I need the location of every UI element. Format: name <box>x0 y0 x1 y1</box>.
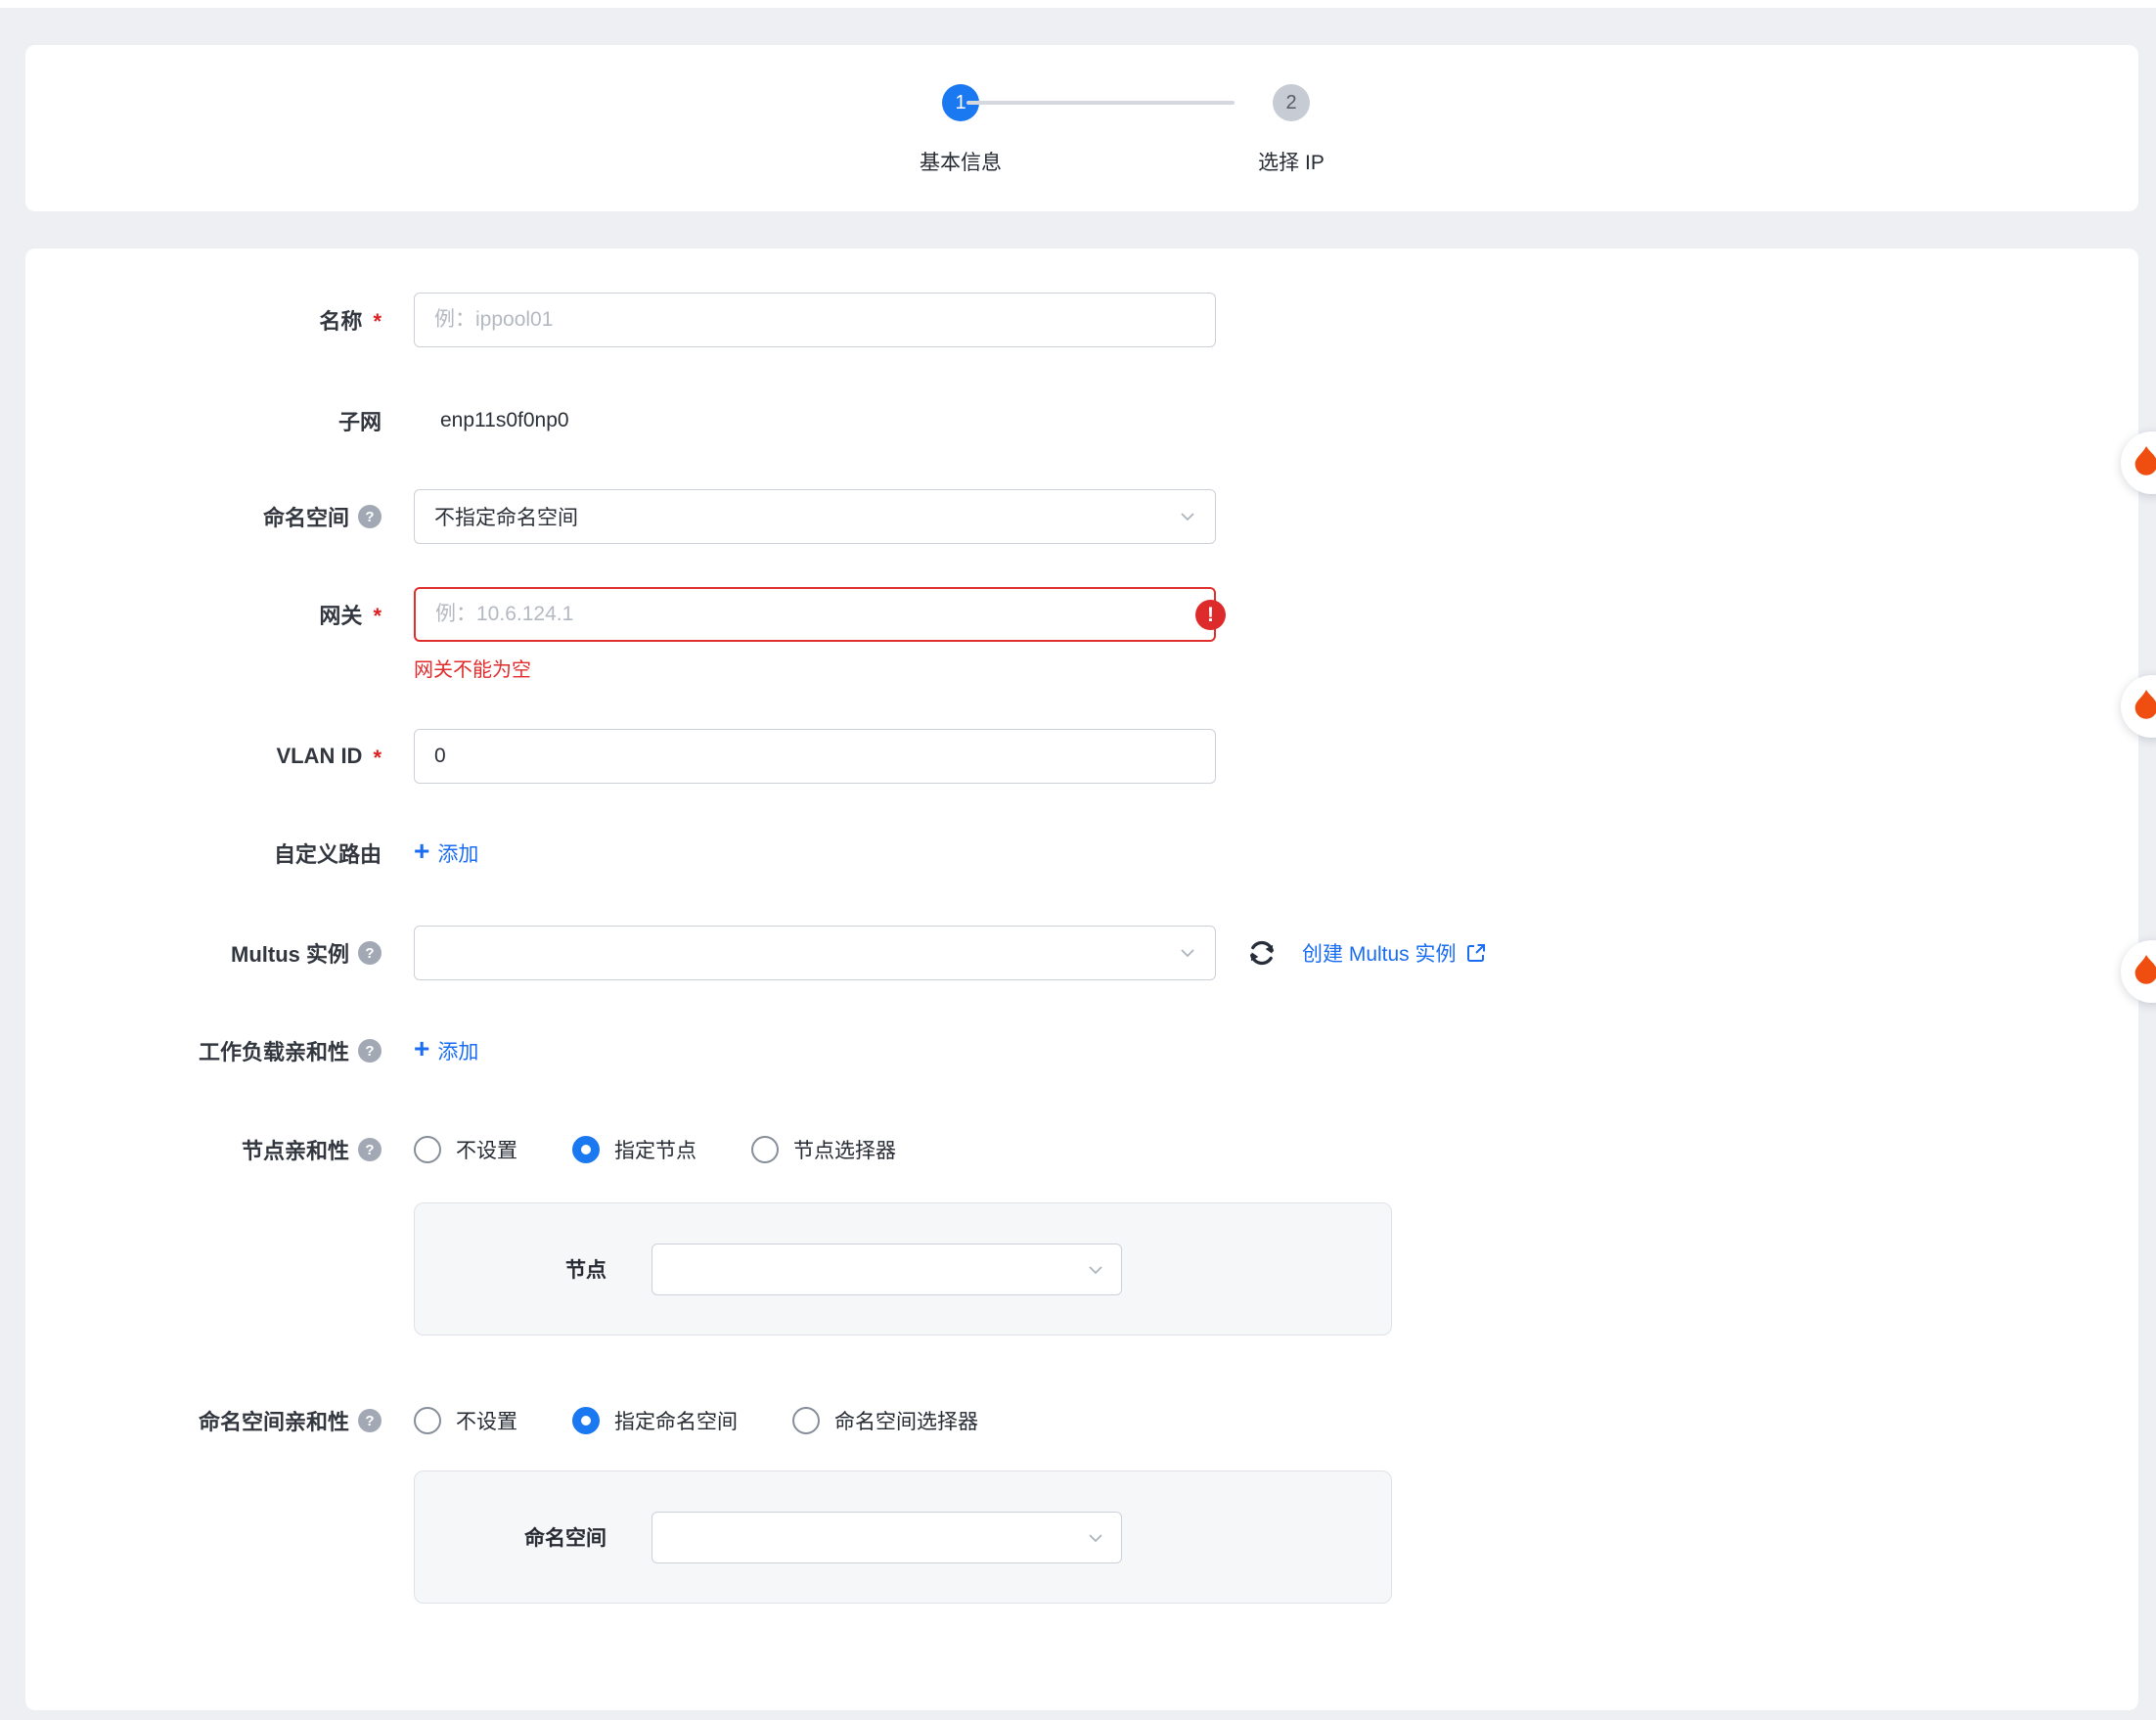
node-affinity-radio-group: 不设置 指定节点 节点选择器 <box>414 1135 896 1164</box>
multus-label: Multus 实例 <box>231 937 349 969</box>
name-label: 名称 <box>319 304 362 336</box>
row-node-affinity: 节点亲和性 ? 不设置 指定节点 节点选择器 <box>25 1134 2138 1165</box>
create-multus-link[interactable]: 创建 Multus 实例 <box>1302 938 1488 968</box>
step-2-circle: 2 <box>1273 84 1310 121</box>
flame-icon <box>2130 688 2156 725</box>
gateway-input[interactable] <box>414 587 1216 642</box>
help-icon[interactable]: ? <box>358 1138 382 1161</box>
workload-affinity-label: 工作负载亲和性 <box>199 1035 349 1066</box>
radio-icon <box>414 1136 441 1163</box>
gateway-error-message: 网关不能为空 <box>414 654 531 682</box>
plus-icon: + <box>414 837 429 865</box>
radio-ns-affinity-specify-ns[interactable]: 指定命名空间 <box>572 1406 738 1435</box>
row-gateway: 网关 * ! <box>25 587 2138 642</box>
required-asterisk: * <box>373 309 382 335</box>
gateway-label: 网关 <box>319 599 362 630</box>
chevron-down-icon <box>1178 507 1197 526</box>
radio-label: 命名空间选择器 <box>834 1406 978 1435</box>
flame-icon <box>2130 953 2156 990</box>
row-name: 名称 * <box>25 293 2138 347</box>
step-1-number: 1 <box>955 92 966 114</box>
node-affinity-label: 节点亲和性 <box>242 1134 349 1165</box>
subnet-label: 子网 <box>338 405 382 436</box>
ns-affinity-label: 命名空间亲和性 <box>199 1405 349 1436</box>
row-vlan: VLAN ID * <box>25 729 2138 784</box>
chevron-down-icon <box>1178 943 1197 963</box>
row-ns-affinity: 命名空间亲和性 ? 不设置 指定命名空间 命名空间选择器 <box>25 1405 2138 1436</box>
row-custom-route: 自定义路由 + 添加 <box>25 836 2138 871</box>
radio-icon-checked <box>572 1136 600 1163</box>
help-icon[interactable]: ? <box>358 1409 382 1432</box>
node-panel-label: 节点 <box>415 1203 606 1335</box>
radio-label: 不设置 <box>456 1135 517 1164</box>
vlan-input[interactable] <box>414 729 1216 784</box>
ns-panel-select[interactable] <box>651 1512 1122 1563</box>
row-subnet: 子网 enp11s0f0np0 <box>25 406 2138 435</box>
stepper-connector <box>966 101 1235 105</box>
radio-label: 指定节点 <box>614 1135 696 1164</box>
row-namespace: 命名空间 ? 不指定命名空间 <box>25 489 2138 544</box>
radio-ns-affinity-none[interactable]: 不设置 <box>414 1406 517 1435</box>
radio-node-affinity-none[interactable]: 不设置 <box>414 1135 517 1164</box>
multus-select[interactable] <box>414 926 1216 980</box>
chevron-down-icon <box>1086 1260 1105 1280</box>
namespace-label: 命名空间 <box>263 501 349 532</box>
workload-affinity-add-button[interactable]: + 添加 <box>414 1036 478 1065</box>
step-1-label: 基本信息 <box>843 147 1078 176</box>
radio-node-affinity-specify-node[interactable]: 指定节点 <box>572 1135 696 1164</box>
ns-affinity-radio-group: 不设置 指定命名空间 命名空间选择器 <box>414 1406 978 1435</box>
node-panel: 节点 <box>414 1202 1392 1335</box>
vlan-label: VLAN ID <box>276 744 362 769</box>
required-asterisk: * <box>373 746 382 771</box>
step-2-label: 选择 IP <box>1174 147 1409 176</box>
radio-ns-affinity-ns-selector[interactable]: 命名空间选择器 <box>792 1406 978 1435</box>
radio-icon <box>414 1407 441 1434</box>
stepper-card: 1 2 基本信息 选择 IP <box>25 45 2138 211</box>
add-label: 添加 <box>437 1036 478 1065</box>
radio-label: 不设置 <box>456 1406 517 1435</box>
help-icon[interactable]: ? <box>358 1039 382 1063</box>
name-input[interactable] <box>414 293 1216 347</box>
namespace-select-value: 不指定命名空间 <box>434 502 578 531</box>
subnet-value: enp11s0f0np0 <box>440 409 569 432</box>
radio-icon-checked <box>572 1407 600 1434</box>
create-multus-label: 创建 Multus 实例 <box>1302 938 1457 968</box>
radio-label: 节点选择器 <box>793 1135 896 1164</box>
error-icon: ! <box>1195 600 1226 630</box>
help-icon[interactable]: ? <box>358 505 382 528</box>
form-card: 名称 * 子网 enp11s0f0np0 命名空间 ? 不指定命名空间 <box>25 249 2138 1710</box>
node-select[interactable] <box>651 1244 1122 1295</box>
radio-icon <box>792 1407 820 1434</box>
radio-label: 指定命名空间 <box>614 1406 738 1435</box>
custom-route-label: 自定义路由 <box>274 837 382 869</box>
custom-route-add-button[interactable]: + 添加 <box>414 838 478 868</box>
ns-panel: 命名空间 <box>414 1471 1392 1604</box>
radio-icon <box>751 1136 779 1163</box>
step-2-number: 2 <box>1285 92 1296 114</box>
add-label: 添加 <box>437 838 478 868</box>
row-multus: Multus 实例 ? 创建 Multus 实例 <box>25 926 2138 980</box>
chevron-down-icon <box>1086 1528 1105 1548</box>
ns-panel-label: 命名空间 <box>415 1471 606 1603</box>
flame-icon <box>2130 444 2156 481</box>
namespace-select[interactable]: 不指定命名空间 <box>414 489 1216 544</box>
plus-icon: + <box>414 1035 429 1063</box>
row-workload-affinity: 工作负载亲和性 ? + 添加 <box>25 1033 2138 1068</box>
help-icon[interactable]: ? <box>358 941 382 965</box>
required-asterisk: * <box>373 604 382 629</box>
radio-node-affinity-node-selector[interactable]: 节点选择器 <box>751 1135 896 1164</box>
external-link-icon <box>1464 941 1488 965</box>
refresh-icon[interactable] <box>1245 936 1279 970</box>
